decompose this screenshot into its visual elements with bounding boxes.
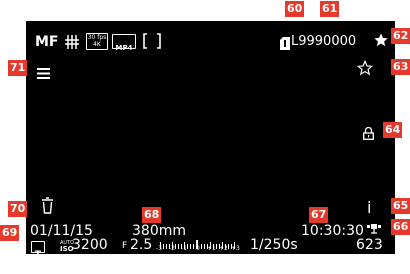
shot-count: 623 xyxy=(356,237,383,253)
fps-label: 30 fps xyxy=(87,34,107,41)
ev-tick-minus2: -2 xyxy=(169,245,175,252)
callout-68: 68 xyxy=(142,207,162,223)
resolution-label: 4K xyxy=(93,41,101,48)
ev-tick-plus1: +1 xyxy=(207,245,216,252)
exposure-mode: T xyxy=(34,250,42,260)
remaining-count: L9990000 xyxy=(291,34,357,49)
info-icon[interactable]: i xyxy=(367,198,371,217)
lock-icon[interactable] xyxy=(363,125,374,144)
shutter-speed: 1/250s xyxy=(250,237,298,253)
callout-61: 61 xyxy=(320,1,340,17)
camera-display: MF 30 fps 4K MP4 L9990000 i 01/11/15 380… xyxy=(26,21,395,260)
ev-tick-minus3: -3 xyxy=(156,245,162,252)
star-outline-icon[interactable] xyxy=(356,59,374,80)
exposure-mode-badge: T xyxy=(31,241,45,260)
video-format-label: MP4 xyxy=(115,44,133,52)
callout-63: 63 xyxy=(391,59,410,75)
sd-card-icon xyxy=(280,35,290,54)
ev-tick-plus2: +2 xyxy=(219,245,228,252)
video-format-badge: MP4 xyxy=(112,34,136,52)
iso-label: AUTO ISO xyxy=(60,240,74,253)
callout-64: 64 xyxy=(383,122,403,138)
callout-71: 71 xyxy=(8,60,28,76)
ev-tick-plus3: +3 xyxy=(231,245,240,252)
callout-65: 65 xyxy=(391,198,410,214)
ev-tick-zero: 0 xyxy=(196,245,200,252)
callout-69: 69 xyxy=(0,225,20,241)
aperture-label: F xyxy=(122,241,128,251)
iso-text: ISO xyxy=(60,245,74,253)
aperture-value: 2.5 xyxy=(130,237,153,253)
callout-66: 66 xyxy=(391,219,410,235)
gps-satellite-icon xyxy=(366,219,382,239)
callout-70: 70 xyxy=(8,201,28,217)
delete-icon[interactable] xyxy=(41,197,54,218)
iso-value: 3200 xyxy=(72,237,108,253)
callout-60: 60 xyxy=(285,1,305,17)
af-frame-icon xyxy=(141,32,163,54)
time: 10:30:30 xyxy=(301,223,364,239)
grid-icon xyxy=(64,34,80,54)
star-filled-icon[interactable] xyxy=(373,32,389,52)
video-fps-badge: 30 fps 4K xyxy=(86,33,108,50)
callout-62: 62 xyxy=(391,28,410,44)
menu-icon[interactable] xyxy=(37,64,50,83)
callout-67: 67 xyxy=(309,207,329,223)
ev-tick-minus1: -1 xyxy=(181,245,187,252)
focus-mode: MF xyxy=(35,34,59,50)
